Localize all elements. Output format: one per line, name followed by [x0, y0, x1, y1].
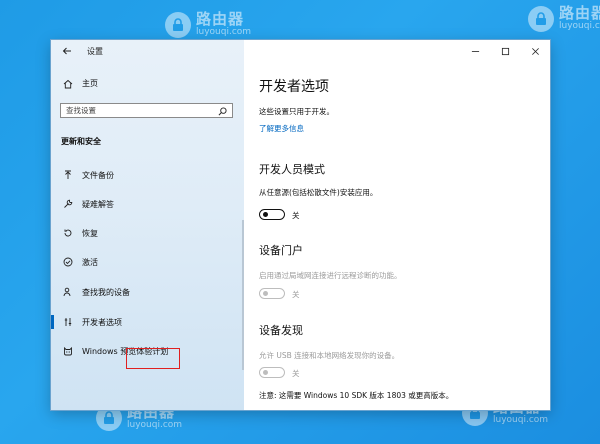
watermark-url: luyouqi.com: [559, 21, 600, 32]
dev-mode-heading: 开发人员模式: [259, 163, 325, 176]
toggle-knob: [263, 211, 268, 217]
wrench-icon: [62, 199, 73, 210]
close-icon: [531, 41, 540, 60]
titlebar: 设置: [61, 45, 103, 57]
watermark-text: 路由器: [559, 4, 600, 23]
search-input[interactable]: [66, 106, 206, 115]
insider-cat-icon: [62, 346, 73, 357]
page-description: 这些设置只用于开发。: [259, 107, 334, 116]
learn-more-link[interactable]: 了解更多信息: [259, 123, 304, 134]
developer-tools-icon: [62, 317, 73, 328]
toggle-knob: [263, 369, 268, 375]
search-icon[interactable]: [218, 101, 227, 120]
device-portal-heading: 设备门户: [259, 244, 303, 257]
device-discovery-toggle[interactable]: [259, 367, 285, 378]
window-title: 设置: [87, 46, 103, 56]
device-discovery-state: 关: [292, 369, 300, 378]
device-portal-toggle[interactable]: [259, 288, 285, 299]
back-arrow-icon[interactable]: [61, 45, 73, 57]
device-portal-state: 关: [292, 290, 300, 299]
minimize-icon: [471, 41, 480, 60]
sidebar-item-label: 疑难解答: [82, 199, 114, 209]
sidebar-item-label: 激活: [82, 257, 98, 267]
watermark: 路由器luyouqi.com: [528, 6, 600, 32]
home-icon: [62, 78, 73, 89]
dev-mode-state: 关: [292, 211, 300, 220]
sidebar-item-recovery[interactable]: 恢复: [62, 226, 98, 240]
watermark-url: luyouqi.com: [196, 27, 252, 38]
sidebar-item-label: 文件备份: [82, 170, 114, 180]
section-title: 更新和安全: [61, 137, 101, 146]
window-controls: [460, 40, 550, 60]
device-discovery-description: 允许 USB 连接和本地网络发现你的设备。: [259, 351, 400, 360]
sidebar-item-find-device[interactable]: 查找我的设备: [62, 285, 130, 299]
maximize-button[interactable]: [490, 40, 520, 60]
dev-mode-toggle[interactable]: [259, 209, 285, 220]
recovery-icon: [62, 228, 73, 239]
settings-window: 设置 主页 更新和安全 文件备份 疑难解答: [51, 40, 550, 410]
content-pane: 开发者选项 这些设置只用于开发。 了解更多信息 开发人员模式 从任意源(包括松散…: [244, 40, 550, 410]
search-box[interactable]: [60, 103, 233, 118]
sidebar-item-label: 查找我的设备: [82, 287, 130, 297]
close-button[interactable]: [520, 40, 550, 60]
home-label: 主页: [82, 79, 98, 88]
toggle-knob: [263, 290, 268, 296]
check-circle-icon: [62, 257, 73, 268]
device-portal-description: 启用通过局域网连接进行远程诊断的功能。: [259, 271, 402, 280]
sidebar-item-label: 恢复: [82, 228, 98, 238]
watermark-text: 路由器: [196, 10, 245, 29]
lock-logo-icon: [165, 12, 191, 38]
sidebar-item-activation[interactable]: 激活: [62, 255, 98, 269]
page-title: 开发者选项: [259, 79, 329, 95]
minimize-button[interactable]: [460, 40, 490, 60]
watermark-url: luyouqi.com: [127, 420, 183, 431]
watermark-url: luyouqi.com: [493, 415, 549, 426]
backup-arrow-icon: [62, 170, 73, 181]
annotation-highlight: [126, 348, 180, 369]
sidebar-item-troubleshoot[interactable]: 疑难解答: [62, 197, 114, 211]
sidebar-item-label: 开发者选项: [82, 317, 122, 327]
lock-logo-icon: [528, 6, 554, 32]
person-locate-icon: [62, 287, 73, 298]
watermark: 路由器luyouqi.com: [165, 12, 251, 38]
sdk-note: 注意: 这需要 Windows 10 SDK 版本 1803 或更高版本。: [259, 391, 454, 400]
selected-indicator: [51, 315, 54, 329]
sidebar-item-home[interactable]: 主页: [62, 78, 98, 89]
maximize-icon: [501, 41, 510, 60]
dev-mode-description: 从任意源(包括松散文件)安装应用。: [259, 188, 378, 197]
sidebar-item-backup[interactable]: 文件备份: [62, 168, 114, 182]
sidebar-item-developer-options[interactable]: 开发者选项: [62, 315, 122, 329]
device-discovery-heading: 设备发现: [259, 324, 303, 337]
